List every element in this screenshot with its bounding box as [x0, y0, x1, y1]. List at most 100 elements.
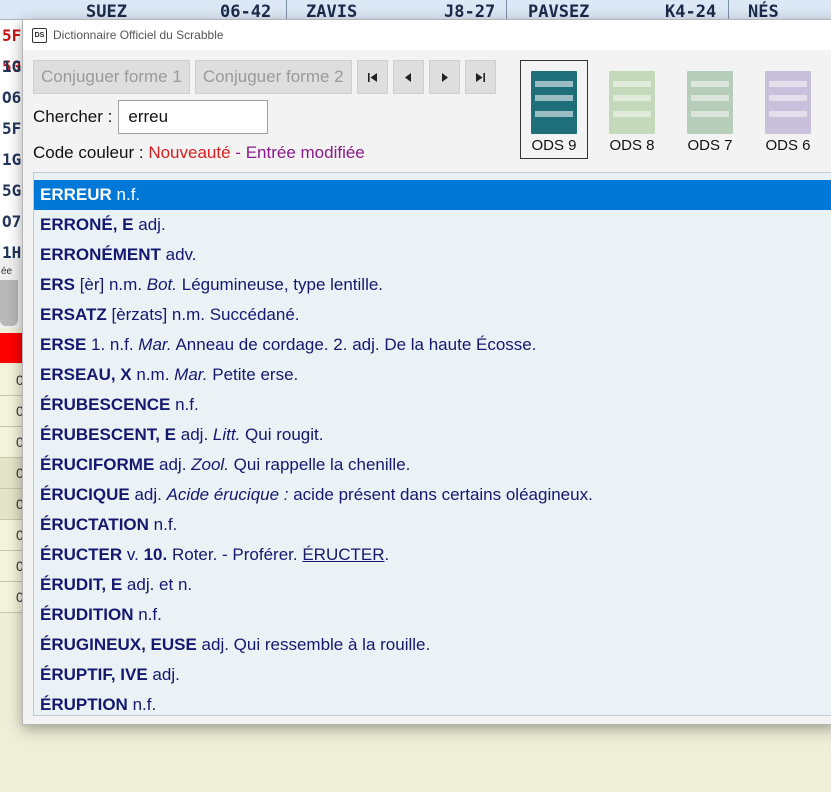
background-cell: 0 — [0, 551, 24, 582]
conjugate-form-1-button[interactable]: Conjuguer forme 1 — [33, 60, 190, 94]
next-entry-button[interactable] — [428, 60, 460, 94]
search-row: Chercher : — [33, 100, 269, 134]
color-code-legend: Code couleur : Nouveauté - Entrée modifi… — [33, 143, 365, 163]
entry-text: n.f. — [148, 515, 178, 534]
toolbar: Conjuguer forme 1 Conjuguer forme 2 — [33, 60, 496, 94]
search-label: Chercher : — [33, 107, 113, 126]
entry-row[interactable]: ÉRUPTIF, IVE adj. — [34, 660, 831, 690]
previous-entry-button[interactable] — [392, 60, 424, 94]
entry-row[interactable]: ERSATZ [èrzats] n.m. Succédané. — [34, 300, 831, 330]
entry-text: v. — [122, 545, 144, 564]
skip-first-icon — [367, 73, 377, 82]
entry-text: Roter. - Proférer. — [167, 545, 303, 564]
entry-headword: ÉRUBESCENT, E — [40, 425, 177, 444]
entry-text: Légumineuse, type lentille. — [177, 275, 384, 294]
next-icon — [441, 73, 448, 82]
ods-version-label: ODS 8 — [609, 137, 655, 154]
entry-text: adj. — [176, 425, 213, 444]
legend-new: Nouveauté — [148, 143, 231, 162]
entry-row[interactable]: ÉRUDIT, E adj. et n. — [34, 570, 831, 600]
background-cell: 0 — [0, 396, 24, 427]
skip-last-icon — [475, 73, 485, 82]
legend-modified: Entrée modifiée — [245, 143, 365, 162]
entry-headword: ERREUR — [40, 185, 112, 204]
entry-text: adj. — [154, 455, 192, 474]
background-row: 1G — [2, 150, 22, 169]
entry-text: Mar. — [138, 335, 172, 354]
entry-text: Qui rougit. — [240, 425, 324, 444]
entry-headword: ERS — [40, 275, 75, 294]
entry-text: [èrzats] n.m. Succédané. — [106, 305, 300, 324]
entry-row[interactable]: ÉRUCIQUE adj. Acide érucique : acide pré… — [34, 480, 831, 510]
background-word: NÉS — [748, 2, 779, 20]
previous-icon — [404, 73, 411, 82]
entry-headword: ÉRUCTATION — [40, 515, 149, 534]
background-cell: 0 — [0, 520, 24, 551]
entry-text: adj. — [133, 215, 166, 234]
entry-headword: ERSEAU, X — [40, 365, 132, 384]
entry-row[interactable]: ÉRUCTER v. 10. Roter. - Proférer. ÉRUCTE… — [34, 540, 831, 570]
background-coord: K4-24 — [665, 2, 717, 20]
background-red-cell — [0, 333, 22, 363]
entry-row[interactable]: ERRONÉ, E adj. — [34, 210, 831, 240]
app-icon: DS — [32, 27, 47, 43]
entry-text: n.f. — [133, 605, 162, 624]
ods-version-1[interactable]: ODS 8 — [598, 60, 666, 159]
entry-text: adv. — [160, 245, 197, 264]
background-left-column: 5F-50 1G O6 5F 1G 5G O7 1H — [0, 20, 24, 258]
entry-headword: ERRONÉ, E — [40, 215, 134, 234]
entry-list[interactable]: ERREUR n.f. ERRONÉ, E adj. ERRONÉMENT adv.… — [33, 172, 831, 716]
legend-separator: - — [235, 143, 241, 162]
entry-row[interactable]: ERREUR n.f. — [34, 180, 831, 210]
background-cells: 0 0 0 0 0 0 0 0 — [0, 365, 24, 613]
ods-version-2[interactable]: ODS 7 — [676, 60, 744, 159]
entry-row[interactable]: ERSEAU, X n.m. Mar. Petite erse. — [34, 360, 831, 390]
entry-text: Anneau de cordage. 2. adj. De la haute É… — [171, 335, 537, 354]
entry-row[interactable]: ÉRUCTATION n.f. — [34, 510, 831, 540]
entry-headword: ÉRUDIT, E — [40, 575, 123, 594]
entry-text: Acide érucique : — [166, 485, 289, 504]
ods-version-label: ODS 9 — [531, 137, 577, 154]
dictionary-window: DS Dictionnaire Officiel du Scrabble Con… — [22, 19, 831, 725]
entry-text: Qui rappelle la chenille. — [228, 455, 411, 474]
legend-prefix: Code couleur : — [33, 143, 144, 162]
background-coord: 06-42 — [220, 2, 272, 20]
book-cover-icon — [765, 71, 811, 134]
entry-text: adj. — [147, 665, 180, 684]
entry-headword: ÉRUGINEUX, EUSE — [40, 635, 197, 654]
entry-row[interactable]: ERS [èr] n.m. Bot. Légumineuse, type len… — [34, 270, 831, 300]
entry-headword: ERSE — [40, 335, 87, 354]
ods-version-label: ODS 6 — [765, 137, 811, 154]
background-row: 5G — [2, 181, 22, 200]
entry-text: n.m. — [131, 365, 175, 384]
background-row: 1H — [2, 243, 22, 258]
entry-row[interactable]: ÉRUCIFORME adj. Zool. Qui rappelle la ch… — [34, 450, 831, 480]
book-cover-icon — [531, 71, 577, 134]
entry-headword: ERRONÉMENT — [40, 245, 161, 264]
entry-row[interactable]: ÉRUPTION n.f. — [34, 690, 831, 715]
background-cell: 0 — [0, 458, 24, 489]
ods-version-0[interactable]: ODS 9 — [520, 60, 588, 159]
entry-row[interactable]: ERSE 1. n.f. Mar. Anneau de cordage. 2. … — [34, 330, 831, 360]
background-label: ée — [0, 258, 22, 328]
entry-headword: ERSATZ — [40, 305, 107, 324]
entry-row[interactable]: ERRONÉMENT adv. — [34, 240, 831, 270]
window-title: Dictionnaire Officiel du Scrabble — [53, 28, 224, 42]
first-entry-button[interactable] — [356, 60, 388, 94]
entry-text: Bot. — [146, 275, 178, 294]
entry-row[interactable]: ÉRUBESCENT, E adj. Litt. Qui rougit. — [34, 420, 831, 450]
entry-row[interactable]: ÉRUDITION n.f. — [34, 600, 831, 630]
entry-row[interactable]: ÉRUBESCENCE n.f. — [34, 390, 831, 420]
conjugate-form-2-button[interactable]: Conjuguer forme 2 — [194, 60, 352, 94]
ods-version-3[interactable]: ODS 6 — [754, 60, 822, 159]
entry-headword: ÉRUPTIF, IVE — [40, 665, 148, 684]
last-entry-button[interactable] — [464, 60, 496, 94]
search-input[interactable] — [118, 100, 269, 134]
entry-row[interactable]: ÉRUGINEUX, EUSE adj. Qui ressemble à la … — [34, 630, 831, 660]
background-cell: 0 — [0, 489, 24, 520]
entry-text: Petite erse. — [207, 365, 299, 384]
entry-link[interactable]: ÉRUCTER — [302, 545, 384, 564]
ods-version-selector: ODS 9 ODS 8 ODS 7 ODS 6 — [520, 60, 831, 159]
book-cover-icon — [609, 71, 655, 134]
title-bar[interactable]: DS Dictionnaire Officiel du Scrabble — [23, 20, 831, 50]
